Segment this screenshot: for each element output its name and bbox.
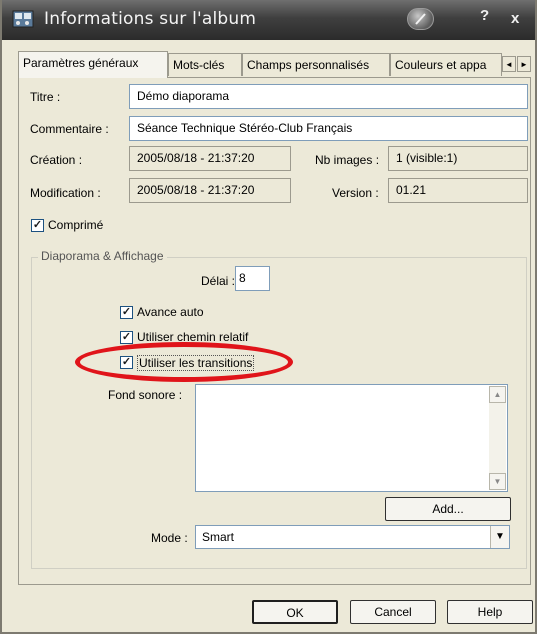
tab-champs-personnalises[interactable]: Champs personnalisés bbox=[242, 53, 390, 76]
tab-label: Mots-clés bbox=[173, 58, 225, 72]
comprime-checkbox[interactable]: ✓ bbox=[31, 219, 44, 232]
fond-sonore-textarea[interactable]: ▲ ▼ bbox=[195, 384, 508, 492]
creation-value: 2005/08/18 - 21:37:20 bbox=[129, 146, 291, 171]
tab-label: Couleurs et appa bbox=[395, 58, 487, 72]
creation-label: Création : bbox=[30, 153, 83, 167]
tab-parametres-generaux[interactable]: Paramètres généraux bbox=[18, 51, 168, 78]
titre-label: Titre : bbox=[30, 90, 61, 104]
close-button[interactable]: x bbox=[511, 10, 519, 27]
commentaire-label: Commentaire : bbox=[30, 122, 109, 136]
modification-label: Modification : bbox=[30, 186, 101, 200]
avance-auto-checkbox[interactable]: ✓ bbox=[120, 306, 133, 319]
modification-value: 2005/08/18 - 21:37:20 bbox=[129, 178, 291, 203]
help-button-label: Help bbox=[477, 605, 503, 619]
title-bar[interactable]: Informations sur l'album ? x bbox=[2, 0, 535, 40]
chevron-down-icon[interactable]: ▼ bbox=[490, 526, 509, 548]
tab-label: Champs personnalisés bbox=[247, 58, 370, 72]
mode-select[interactable]: Smart ▼ bbox=[195, 525, 510, 549]
ok-button-label: OK bbox=[286, 606, 304, 620]
delai-label: Délai : bbox=[201, 274, 236, 288]
scroll-down-icon[interactable]: ▼ bbox=[489, 473, 506, 490]
vertical-scrollbar[interactable]: ▲ ▼ bbox=[489, 386, 506, 490]
delai-field[interactable]: 8 bbox=[235, 266, 270, 291]
tab-mots-cles[interactable]: Mots-clés bbox=[168, 53, 242, 76]
transitions-checkbox[interactable]: ✓ bbox=[120, 356, 133, 369]
tab-label: Paramètres généraux bbox=[23, 56, 139, 70]
tab-scroll-right-icon[interactable]: ► bbox=[517, 56, 531, 72]
help-button[interactable]: Help bbox=[447, 600, 533, 624]
chemin-relatif-label: Utiliser chemin relatif bbox=[137, 330, 249, 344]
tab-couleurs[interactable]: Couleurs et appa bbox=[390, 53, 502, 76]
diaporama-group-title: Diaporama & Affichage bbox=[38, 249, 167, 263]
fond-sonore-label: Fond sonore : bbox=[108, 388, 183, 402]
tab-scroll-left-icon[interactable]: ◄ bbox=[502, 56, 516, 72]
mode-label: Mode : bbox=[151, 531, 188, 545]
transitions-label: Utiliser les transitions bbox=[137, 355, 255, 371]
version-label: Version : bbox=[332, 186, 379, 200]
add-button[interactable]: Add... bbox=[385, 497, 511, 521]
rollup-button[interactable] bbox=[407, 8, 434, 30]
album-info-dialog: Informations sur l'album ? x Paramètres … bbox=[0, 0, 537, 634]
help-title-button[interactable]: ? bbox=[480, 7, 489, 24]
cancel-button-label: Cancel bbox=[374, 605, 412, 619]
commentaire-field[interactable]: Séance Technique Stéréo-Club Français bbox=[129, 116, 528, 141]
avance-auto-label: Avance auto bbox=[137, 305, 204, 319]
tab-strip: Paramètres généraux Mots-clés Champs per… bbox=[18, 51, 533, 78]
window-title: Informations sur l'album bbox=[44, 9, 257, 29]
rollup-icon bbox=[415, 13, 426, 25]
version-value: 01.21 bbox=[388, 178, 528, 203]
comprime-label: Comprimé bbox=[48, 218, 104, 232]
mode-select-value: Smart bbox=[202, 530, 235, 544]
cancel-button[interactable]: Cancel bbox=[350, 600, 436, 624]
titre-field[interactable]: Démo diaporama bbox=[129, 84, 528, 109]
ok-button[interactable]: OK bbox=[252, 600, 338, 624]
nb-images-value: 1 (visible:1) bbox=[388, 146, 528, 171]
chemin-relatif-checkbox[interactable]: ✓ bbox=[120, 331, 133, 344]
add-button-label: Add... bbox=[432, 502, 464, 516]
app-icon bbox=[12, 10, 34, 28]
scroll-up-icon[interactable]: ▲ bbox=[489, 386, 506, 403]
nb-images-label: Nb images : bbox=[315, 153, 380, 167]
